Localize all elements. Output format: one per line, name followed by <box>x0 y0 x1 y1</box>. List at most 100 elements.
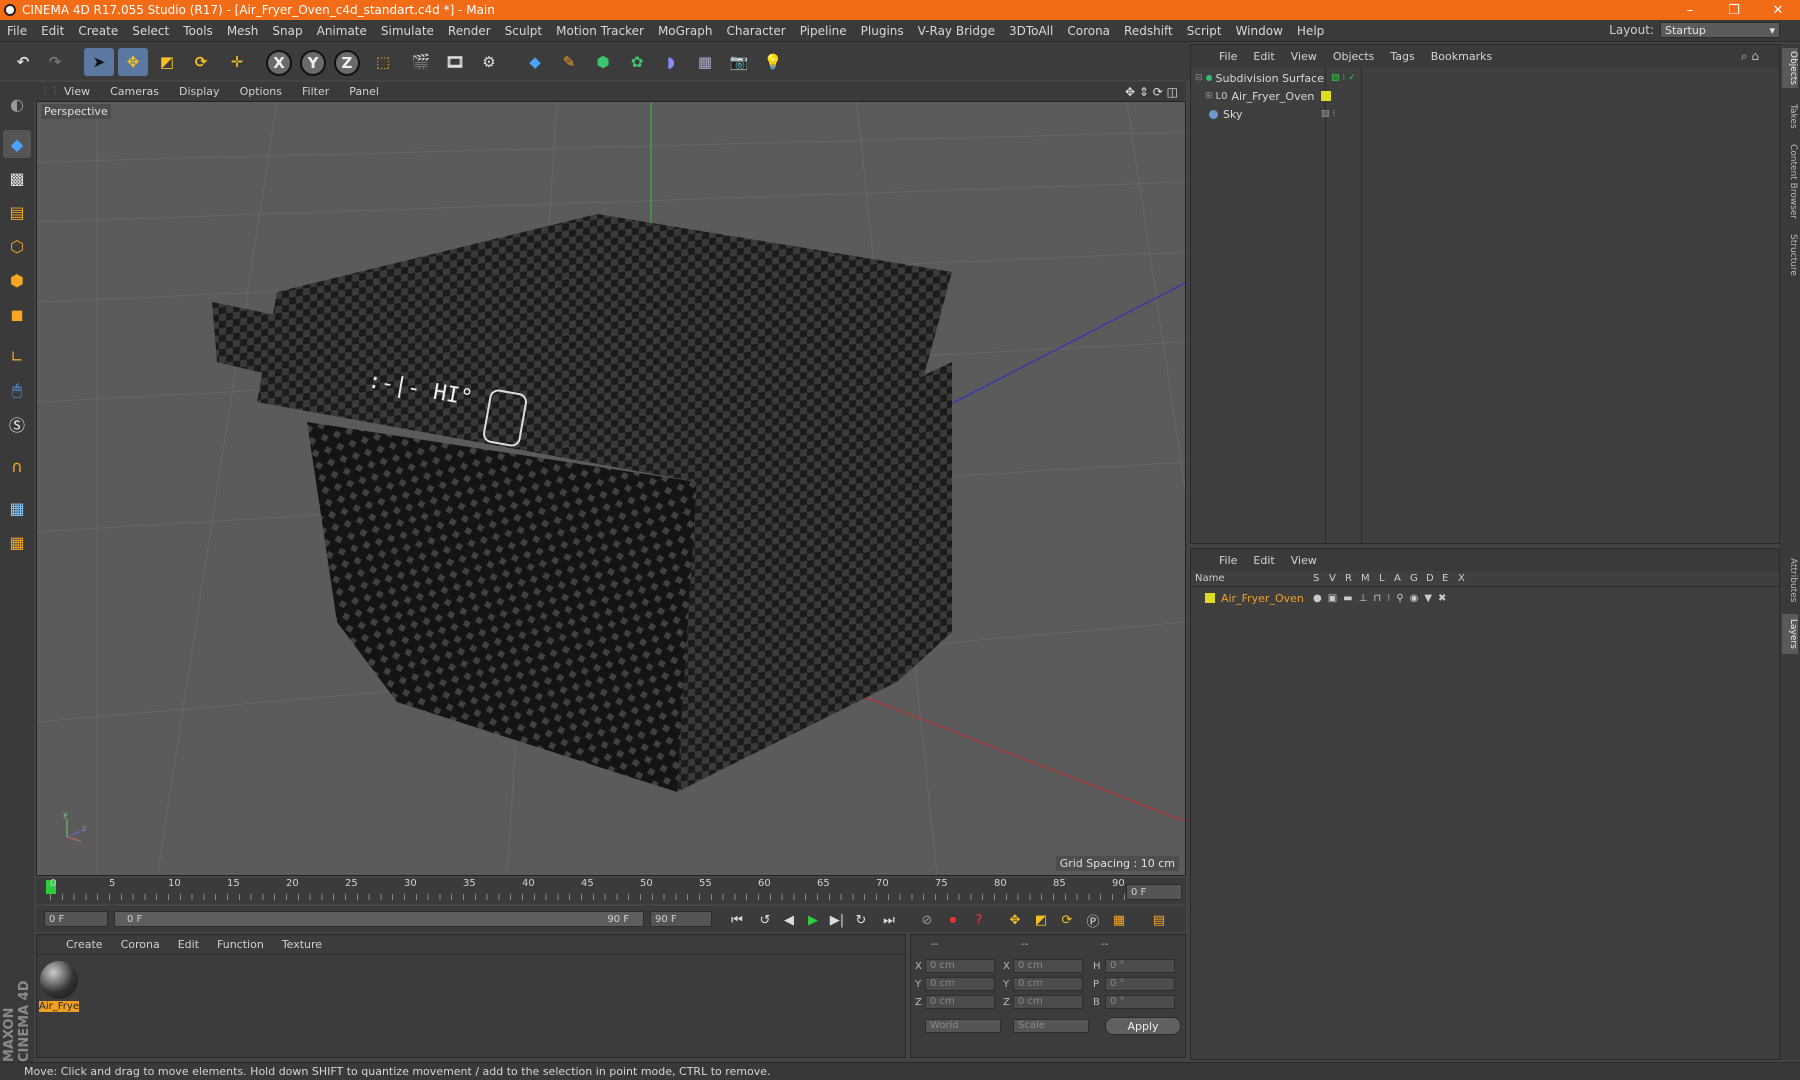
object-menu-bookmarks[interactable]: Bookmarks <box>1423 50 1500 63</box>
3d-viewport[interactable]: :-|- HI° y z Perspective Grid Spacing : … <box>36 101 1186 876</box>
autokey-icon[interactable]: ⏺ <box>942 909 964 931</box>
menu-select[interactable]: Select <box>125 24 176 38</box>
key-pla-icon[interactable]: ▦ <box>1108 909 1130 931</box>
search-icon[interactable]: ⌕ ⌂ <box>1741 49 1759 64</box>
object-row-sky[interactable]: Sky ▨ ⁝ <box>1195 105 1775 123</box>
visible-check-icon[interactable]: ▨ ⁝ ✓ <box>1331 73 1356 83</box>
edges-mode-icon[interactable]: ⬢ <box>3 266 31 294</box>
size-y-field[interactable]: 0 cm <box>1013 977 1083 991</box>
light-icon[interactable]: 💡 <box>758 48 788 76</box>
timeline-window-icon[interactable]: ▤ <box>1148 909 1170 931</box>
tab-layers[interactable]: Layers <box>1782 614 1798 654</box>
next-frame-icon[interactable]: ▶| <box>826 909 848 931</box>
object-menu-tags[interactable]: Tags <box>1382 50 1422 63</box>
layout-select[interactable]: Startup ▾ <box>1660 22 1780 38</box>
menu-motion-tracker[interactable]: Motion Tracker <box>549 24 651 38</box>
start-frame-field[interactable]: 0 F <box>44 911 108 927</box>
menu-render[interactable]: Render <box>441 24 498 38</box>
viewport-menu-panel[interactable]: Panel <box>339 85 389 98</box>
layer-menu-edit[interactable]: Edit <box>1245 554 1282 567</box>
tab-content-browser[interactable]: Content Browser <box>1782 140 1798 224</box>
magnet-icon[interactable]: ∩ <box>3 452 31 480</box>
spline-pen-icon[interactable]: ✎ <box>554 48 584 76</box>
position-z-field[interactable]: 0 cm <box>925 995 995 1009</box>
rotate-tool-icon[interactable]: ⟳ <box>186 48 216 76</box>
menu-sculpt[interactable]: Sculpt <box>498 24 549 38</box>
key-rotation-icon[interactable]: ⟳ <box>1056 909 1078 931</box>
polygons-mode-icon[interactable]: ◼ <box>3 300 31 328</box>
restore-button[interactable]: ❐ <box>1712 0 1756 20</box>
go-to-start-icon[interactable]: ⏮ <box>726 909 748 931</box>
tweak-mode-icon[interactable]: 🖱 <box>3 376 31 404</box>
key-position-icon[interactable]: ✥ <box>1004 909 1026 931</box>
viewport-nav-icons[interactable]: ✥ ⇕ ⟳ ◫ <box>1125 85 1178 99</box>
make-editable-icon[interactable]: ◐ <box>3 90 31 118</box>
material-menu-texture[interactable]: Texture <box>273 938 331 951</box>
menu-simulate[interactable]: Simulate <box>374 24 441 38</box>
menu-file[interactable]: File <box>0 24 34 38</box>
visibility-dots-icon[interactable]: ▨ ⁝ <box>1321 109 1335 119</box>
size-z-field[interactable]: 0 cm <box>1013 995 1083 1009</box>
menu-character[interactable]: Character <box>719 24 792 38</box>
object-row-subdivision-surface[interactable]: ⊟ Subdivision Surface ▨ ⁝ ✓ <box>1195 69 1775 87</box>
menu-help[interactable]: Help <box>1290 24 1331 38</box>
viewport-camera-label[interactable]: Perspective <box>41 104 111 119</box>
object-row-air-fryer-oven[interactable]: ⊞ L0 Air_Fryer_Oven <box>1195 87 1775 105</box>
rotation-b-field[interactable]: 0 ° <box>1105 995 1175 1009</box>
mograph-cloner-icon[interactable]: ✿ <box>622 48 652 76</box>
z-axis-lock-icon[interactable]: Z <box>334 50 360 76</box>
camera-icon[interactable]: 📷 <box>724 48 754 76</box>
menu-animate[interactable]: Animate <box>310 24 374 38</box>
object-menu-view[interactable]: View <box>1283 50 1325 63</box>
subdivision-surface-icon[interactable]: ⬢ <box>588 48 618 76</box>
menu-pipeline[interactable]: Pipeline <box>793 24 854 38</box>
undo-icon[interactable]: ↶ <box>8 48 38 76</box>
menu-create[interactable]: Create <box>71 24 125 38</box>
menu-corona[interactable]: Corona <box>1060 24 1117 38</box>
layer-color-icon[interactable] <box>1205 593 1215 603</box>
points-mode-icon[interactable]: ⬡ <box>3 232 31 260</box>
snap-icon[interactable]: Ⓢ <box>3 410 31 438</box>
menu-edit[interactable]: Edit <box>34 24 71 38</box>
material-menu-function[interactable]: Function <box>208 938 273 951</box>
viewport-menu-view[interactable]: View <box>54 85 100 98</box>
menu-mograph[interactable]: MoGraph <box>651 24 720 38</box>
end-frame-field[interactable]: 90 F <box>650 911 712 927</box>
tab-objects[interactable]: Objects <box>1782 48 1798 88</box>
layer-color-icon[interactable] <box>1321 91 1331 101</box>
material-menu-edit[interactable]: Edit <box>169 938 208 951</box>
close-button[interactable]: ✕ <box>1756 0 1800 20</box>
size-x-field[interactable]: 0 cm <box>1013 959 1083 973</box>
previous-frame-icon[interactable]: ◀ <box>778 909 800 931</box>
record-keys-icon[interactable]: ⊘ <box>916 909 938 931</box>
rotation-h-field[interactable]: 0 ° <box>1105 959 1175 973</box>
render-view-icon[interactable]: 🎬 <box>406 48 436 76</box>
material-menu-corona[interactable]: Corona <box>112 938 169 951</box>
cube-primitive-icon[interactable]: ◆ <box>520 48 550 76</box>
grid-snap-icon[interactable]: ▦ <box>3 528 31 556</box>
previous-key-icon[interactable]: ↺ <box>754 909 776 931</box>
menu-vray-bridge[interactable]: V-Ray Bridge <box>911 24 1002 38</box>
menu-snap[interactable]: Snap <box>265 24 309 38</box>
tab-attributes[interactable]: Attributes <box>1782 552 1798 608</box>
texture-mode-icon[interactable]: ▩ <box>3 164 31 192</box>
play-icon[interactable]: ▶ <box>802 909 824 931</box>
coordinate-system-icon[interactable]: ⬚ <box>368 48 398 76</box>
transform-tool-icon[interactable]: ✛ <box>222 48 252 76</box>
viewport-menu-filter[interactable]: Filter <box>292 85 339 98</box>
axis-mode-icon[interactable]: ∟ <box>3 342 31 370</box>
select-pointer-icon[interactable]: ➤ <box>84 48 114 76</box>
layer-menu-file[interactable]: File <box>1211 554 1245 567</box>
position-y-field[interactable]: 0 cm <box>925 977 995 991</box>
layer-menu-view[interactable]: View <box>1283 554 1325 567</box>
object-menu-file[interactable]: File <box>1211 50 1245 63</box>
object-menu-edit[interactable]: Edit <box>1245 50 1282 63</box>
viewport-menu-cameras[interactable]: Cameras <box>100 85 169 98</box>
x-axis-lock-icon[interactable]: X <box>266 50 292 76</box>
material-menu-create[interactable]: Create <box>57 938 112 951</box>
tab-structure[interactable]: Structure <box>1782 230 1798 280</box>
object-menu-objects[interactable]: Objects <box>1325 50 1383 63</box>
menu-window[interactable]: Window <box>1229 24 1290 38</box>
minimize-button[interactable]: – <box>1668 0 1712 20</box>
tab-takes[interactable]: Takes <box>1782 98 1798 134</box>
